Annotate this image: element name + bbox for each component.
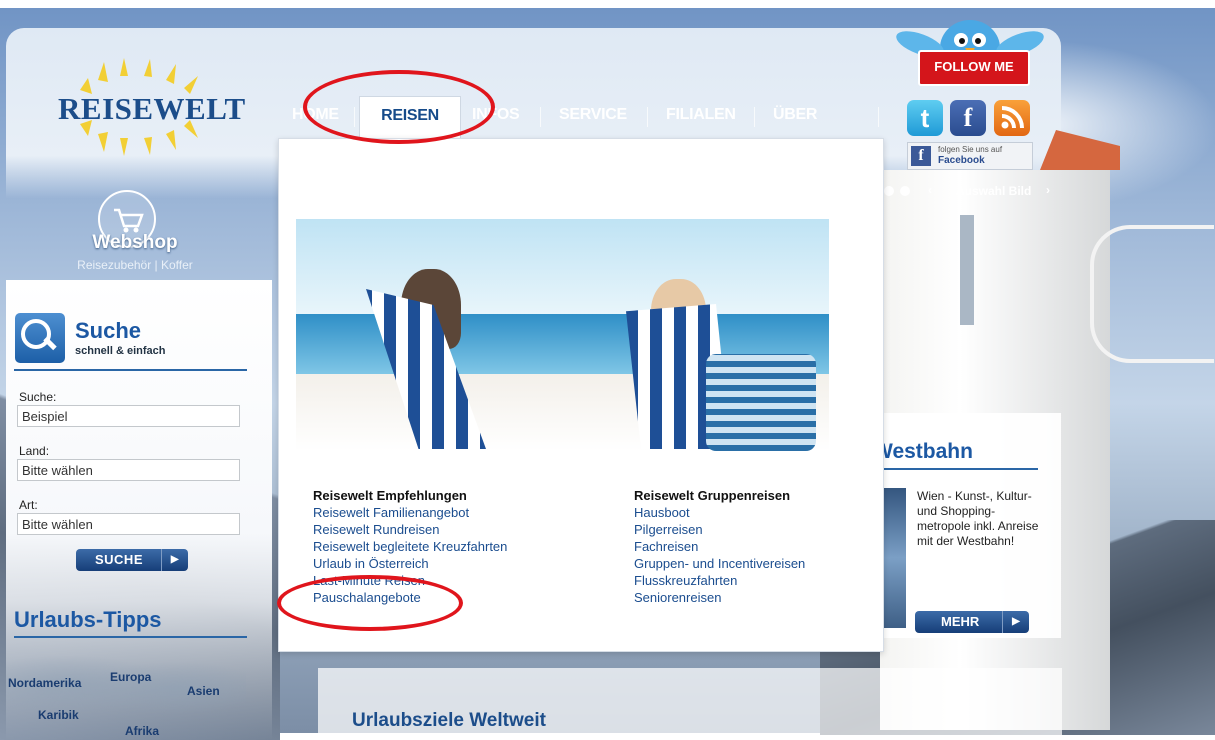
facebook-badge-name: Facebook [938,155,985,166]
webshop-subtitle: Reisezubehör | Koffer [77,258,193,272]
country-field-label: Land: [19,444,50,458]
region-karibik[interactable]: Karibik [38,708,79,722]
type-field-label: Art: [19,498,38,512]
divider [14,369,247,371]
facebook-small-icon: f [911,146,931,166]
lighthouse-window [960,215,974,325]
more-button[interactable]: MEHR ▶ [915,611,1029,633]
follow-me-banner[interactable]: FOLLOW ME [918,50,1030,86]
nav-separator [647,107,648,127]
arrow-right-icon: ▶ [1002,611,1029,633]
search-title: Suche [75,318,142,343]
photo-beach-bag [706,354,816,451]
slider-label: Auswahl Bild [956,184,1032,198]
nav-ueber-uns[interactable]: ÜBER UNS [773,97,817,159]
facebook-badge-caption: folgen Sie uns auf [938,145,1003,154]
slider-dot[interactable] [884,186,894,196]
menu-link-seniorenreisen[interactable]: Seniorenreisen [634,590,721,605]
annotation-circle-reisen [303,70,495,144]
westbahn-title: Westbahn [873,440,973,463]
top-strip [0,0,1215,8]
facebook-follow-badge[interactable]: f folgen Sie uns auf Facebook [907,142,1033,170]
search-field-label: Suche: [19,390,57,404]
menu-link-flusskreuzfahrten[interactable]: Flusskreuzfahrten [634,573,737,588]
region-europa[interactable]: Europa [110,670,151,684]
nav-separator [754,107,755,127]
arrow-right-icon: ▶ [161,549,188,571]
nav-filialen[interactable]: FILIALEN [666,97,736,135]
nav-separator [540,107,541,127]
country-select[interactable]: Bitte wählen [17,459,240,481]
menu-link-oesterreich[interactable]: Urlaub in Österreich [313,556,429,571]
tips-title: Urlaubs-Tipps [14,607,162,632]
search-input[interactable]: Beispiel [17,405,240,427]
lighthouse-railing [1090,225,1214,363]
logo-text: REISEWELT [58,91,246,126]
slider-prev-icon[interactable]: ‹ [928,183,932,197]
search-icon [15,313,65,363]
menu-link-fachreisen[interactable]: Fachreisen [634,539,698,554]
twitter-icon[interactable]: t [907,100,943,136]
westbahn-text: Wien - Kunst-, Kultur- und Shopping-metr… [917,489,1039,548]
webshop-title: Webshop [92,232,178,253]
menu-link-hausboot[interactable]: Hausboot [634,505,690,520]
region-nordamerika[interactable]: Nordamerika [8,676,81,690]
menu-link-incentivereisen[interactable]: Gruppen- und Incentivereisen [634,556,805,571]
menu-link-kreuzfahrten[interactable]: Reisewelt begleitete Kreuzfahrten [313,539,507,554]
webshop-link[interactable]: Webshop Reisezubehör | Koffer [60,190,210,280]
beach-photo [296,219,829,451]
more-button-label: MEHR [941,614,980,629]
menu-link-pilgerreisen[interactable]: Pilgerreisen [634,522,703,537]
recommendations-heading: Reisewelt Empfehlungen [313,488,467,503]
search-subtitle: schnell & einfach [75,345,166,357]
search-button[interactable]: SUCHE ▶ [76,549,188,571]
menu-link-familienangebot[interactable]: Reisewelt Familienangebot [313,505,469,520]
region-asien[interactable]: Asien [187,684,220,698]
section-title: Urlaubsziele Weltweit [352,710,546,731]
rss-glyph-icon [1001,106,1024,129]
nav-separator [878,107,879,127]
rss-icon[interactable] [994,100,1030,136]
divider [14,636,247,638]
menu-link-rundreisen[interactable]: Reisewelt Rundreisen [313,522,439,537]
region-afrika[interactable]: Afrika [125,724,159,738]
search-button-label: SUCHE [94,552,143,567]
site-logo[interactable]: REISEWELT [38,58,245,158]
slider-dot[interactable] [900,186,910,196]
slider-next-icon[interactable]: › [1046,183,1050,197]
facebook-icon[interactable]: f [950,100,986,136]
nav-service[interactable]: SERVICE [559,97,627,135]
westbahn-image[interactable] [882,488,906,628]
type-select[interactable]: Bitte wählen [17,513,240,535]
annotation-circle-pauschalangebote [277,575,463,631]
group-travel-heading: Reisewelt Gruppenreisen [634,488,791,503]
divider [873,468,1038,470]
